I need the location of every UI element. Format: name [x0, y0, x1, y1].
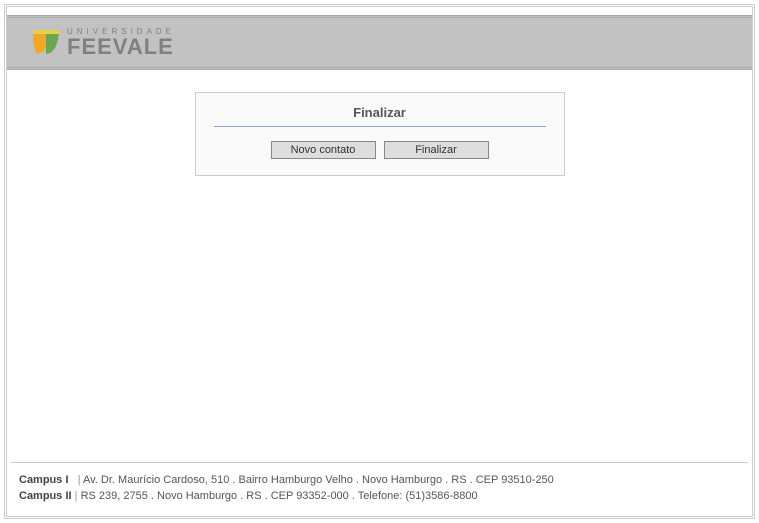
separator: | — [75, 490, 78, 502]
brand-bottom: FEEVALE — [67, 36, 175, 58]
footer-line-1: Campus I | Av. Dr. Maurício Cardoso, 510… — [19, 473, 740, 488]
campus1-label: Campus I — [19, 474, 69, 486]
app-frame: UNIVERSIDADE FEEVALE Finalizar Novo cont… — [4, 4, 755, 519]
footer: Campus I | Av. Dr. Maurício Cardoso, 510… — [11, 462, 748, 512]
header-bar: UNIVERSIDADE FEEVALE — [7, 15, 752, 70]
footer-line-2: Campus II | RS 239, 2755 . Novo Hamburgo… — [19, 489, 740, 504]
button-row: Novo contato Finalizar — [214, 141, 546, 159]
panel-title: Finalizar — [214, 105, 546, 127]
separator: | — [78, 474, 81, 486]
novo-contato-button[interactable]: Novo contato — [271, 141, 376, 159]
campus2-label: Campus II — [19, 490, 72, 502]
campus1-text: Av. Dr. Maurício Cardoso, 510 . Bairro H… — [83, 474, 554, 486]
main-content: Finalizar Novo contato Finalizar — [7, 70, 752, 176]
campus2-text: RS 239, 2755 . Novo Hamburgo . RS . CEP … — [81, 490, 478, 502]
finalize-panel: Finalizar Novo contato Finalizar — [195, 92, 565, 176]
brand-text: UNIVERSIDADE FEEVALE — [67, 28, 175, 58]
brand-logo: UNIVERSIDADE FEEVALE — [31, 26, 175, 59]
finalizar-button[interactable]: Finalizar — [384, 141, 489, 159]
shield-icon — [31, 26, 61, 59]
